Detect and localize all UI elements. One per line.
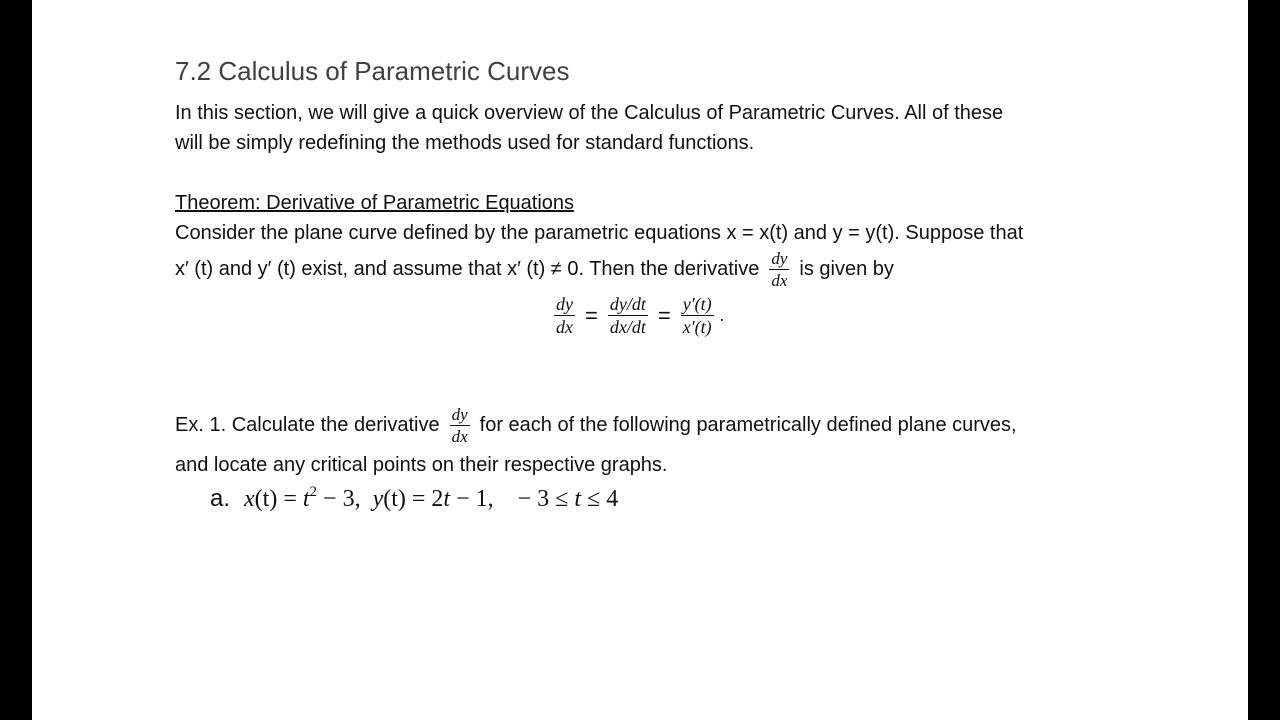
fraction-denominator: dx/dt — [609, 317, 646, 337]
y-function-arg: (t) = 2 — [383, 486, 444, 512]
theorem-line-2-end: is given by — [799, 258, 894, 280]
x-function-arg: (t) = — [254, 486, 303, 512]
equals-sign: = — [585, 302, 598, 328]
example-derivative-fraction: dy dx — [449, 405, 470, 446]
fraction-denominator: x′(t) — [682, 317, 712, 337]
example-line-1-end: for each of the following parametrically… — [479, 414, 1017, 436]
formula-mid-fraction: dy/dt dx/dt — [607, 294, 648, 337]
theorem-heading: Theorem: Derivative of Parametric Equati… — [175, 192, 575, 214]
intro-line-2: will be simply redefining the methods us… — [175, 132, 755, 154]
fraction-numerator: dy — [769, 249, 790, 270]
formula-lhs-fraction: dy dx — [554, 295, 575, 336]
formula-rhs-fraction: y′(t) x′(t) — [680, 294, 714, 337]
section-title: 7.2 Calculus of Parametric Curves — [175, 56, 570, 86]
intro-line-1: In this section, we will give a quick ov… — [175, 102, 1004, 124]
derivative-formula: dy dx = dy/dt dx/dt = y′(t) x′(t) . — [550, 295, 724, 336]
fraction-numerator: dy — [554, 294, 575, 316]
inline-derivative-fraction: dy dx — [769, 249, 790, 290]
range-end: ≤ 4 — [581, 486, 619, 512]
x-remainder: − 3, — [317, 486, 373, 512]
fraction-denominator: dx — [451, 427, 468, 446]
example-line-1-text: Ex. 1. Calculate the derivative — [175, 414, 440, 436]
theorem-line-1: Consider the plane curve defined by the … — [175, 222, 1024, 244]
example-part-a: a. x(t) = t2 − 3, y(t) = 2t − 1, − 3 ≤ t … — [210, 484, 618, 513]
fraction-denominator: dx — [771, 271, 788, 290]
theorem-line-2: x′ (t) and y′ (t) exist, and assume that… — [175, 250, 894, 289]
range-variable-t: t — [574, 486, 582, 512]
formula-period: . — [719, 305, 725, 325]
x-exponent: 2 — [309, 484, 318, 500]
x-function-name: x — [244, 486, 255, 512]
fraction-denominator: dx — [556, 317, 573, 337]
slide-page: 7.2 Calculus of Parametric Curves In thi… — [32, 0, 1248, 720]
fraction-numerator: y′(t) — [680, 294, 714, 316]
x-variable-t: t — [302, 486, 310, 512]
fraction-numerator: dy — [449, 405, 470, 426]
theorem-line-2-text: x′ (t) and y′ (t) exist, and assume that… — [175, 258, 760, 280]
y-remainder: − 1, − 3 ≤ — [450, 486, 575, 512]
y-function-name: y — [372, 486, 384, 512]
example-line-2: and locate any critical points on their … — [175, 454, 668, 476]
example-line-1: Ex. 1. Calculate the derivative dy dx fo… — [175, 406, 1017, 445]
fraction-numerator: dy/dt — [607, 294, 648, 316]
part-a-label: a. — [210, 485, 231, 512]
equals-sign: = — [657, 302, 671, 328]
